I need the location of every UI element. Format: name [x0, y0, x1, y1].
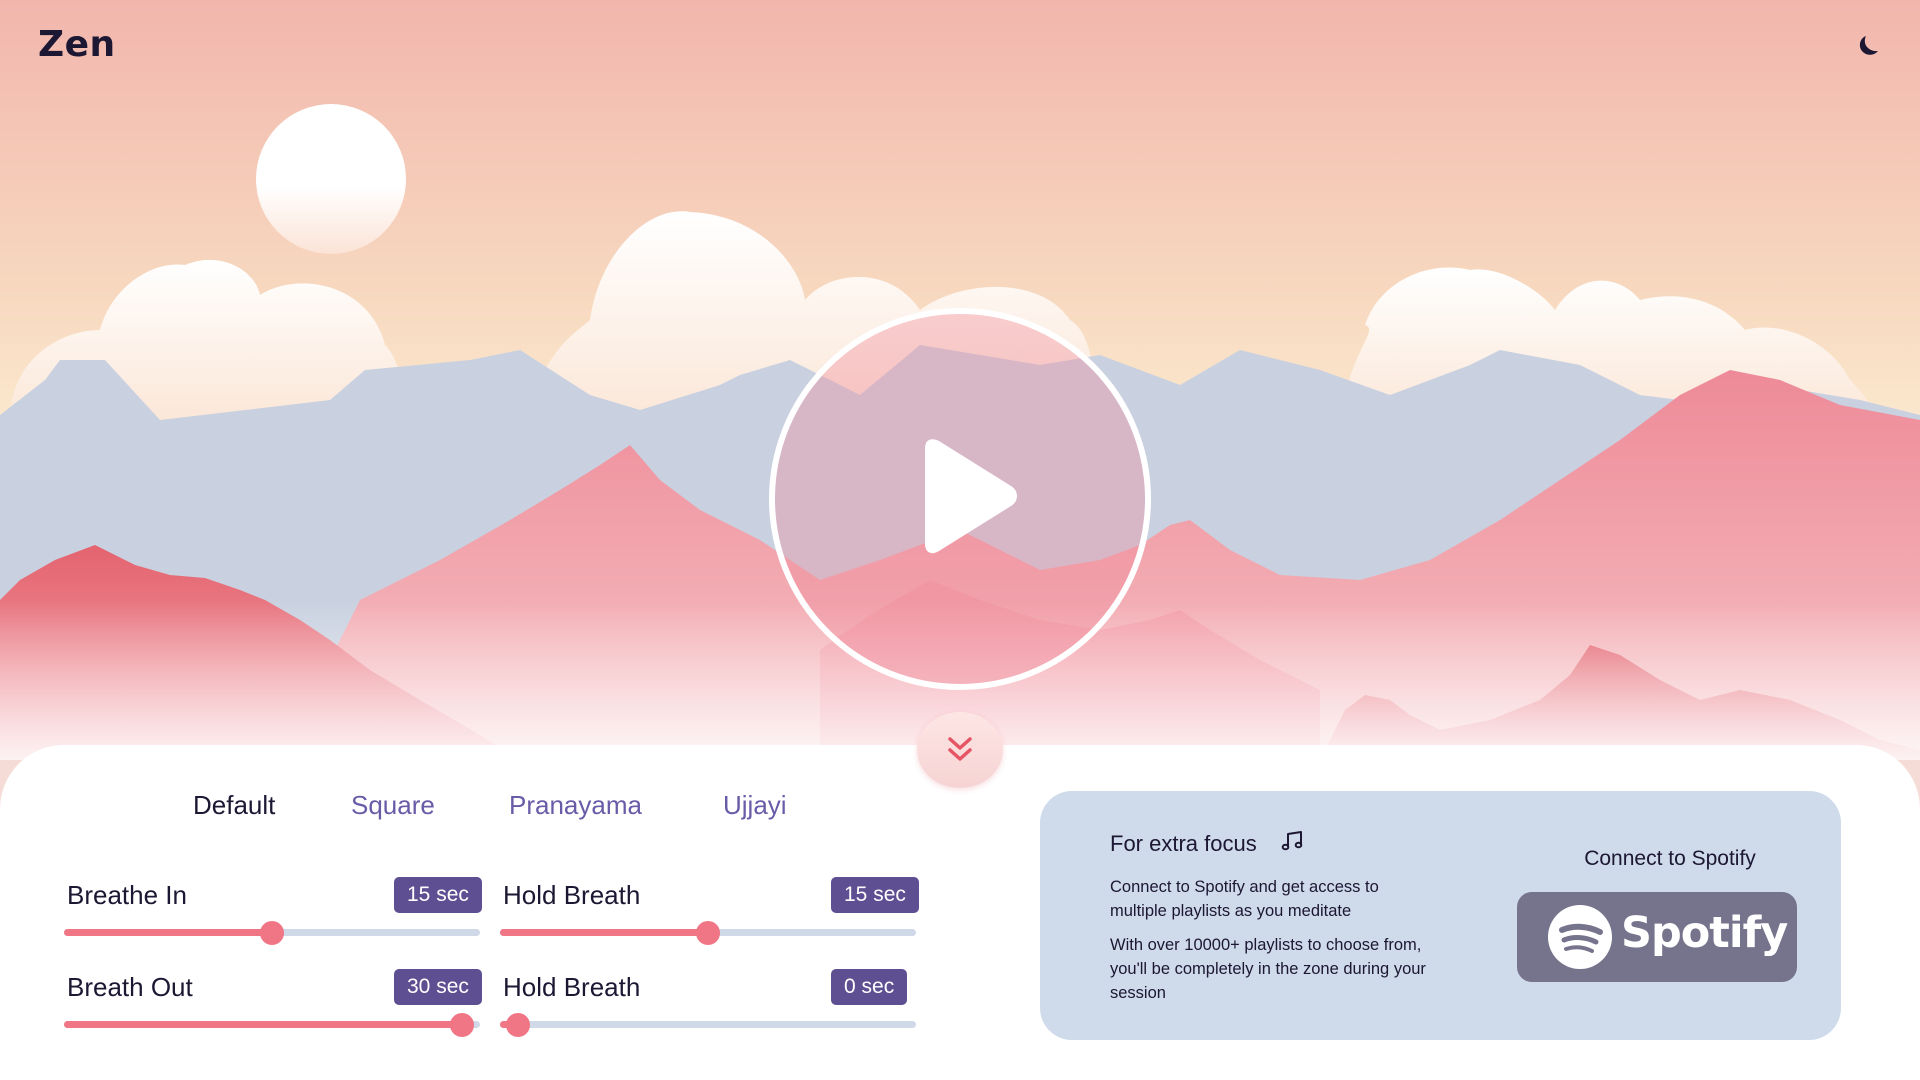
connect-spotify-button[interactable]: Spotify ® [1517, 892, 1797, 982]
tab-square[interactable]: Square [351, 790, 435, 821]
hold-breath-in-label: Hold Breath [503, 880, 641, 910]
slider-thumb[interactable] [450, 1013, 474, 1037]
hold-breath-in-value-badge: 15 sec [831, 877, 919, 913]
sun [256, 104, 406, 254]
play-icon [925, 439, 1017, 554]
collapse-panel-button[interactable] [917, 712, 1003, 788]
spotify-description-2: With over 10000+ playlists to choose fro… [1110, 936, 1426, 1002]
slider-fill [64, 1021, 462, 1028]
slider-fill [500, 929, 708, 936]
slider-fill [64, 929, 272, 936]
hold-breath-in-slider[interactable] [500, 921, 916, 945]
breathe-in-label: Breathe In [67, 880, 187, 910]
tab-default[interactable]: Default [193, 790, 275, 821]
spotify-description-1: Connect to Spotify and get access to mul… [1110, 878, 1379, 920]
spotify-card-title: For extra focus [1110, 831, 1257, 856]
hold-breath-out-slider[interactable] [500, 1013, 916, 1037]
slider-thumb[interactable] [506, 1013, 530, 1037]
breath-out-slider[interactable] [64, 1013, 480, 1037]
hold-breath-out-label: Hold Breath [503, 972, 641, 1002]
moon-icon [1859, 36, 1878, 55]
breathe-in-value-badge: 15 sec [394, 877, 482, 913]
chevrons-down-icon [948, 737, 972, 761]
theme-toggle-button[interactable] [1852, 30, 1884, 62]
slider-thumb[interactable] [696, 921, 720, 945]
app-logo: Zen [38, 24, 116, 65]
spotify-card: For extra focus Connect to Spotify and g… [1040, 791, 1841, 1040]
tab-ujjayi[interactable]: Ujjayi [723, 790, 787, 821]
breath-out-value-badge: 30 sec [394, 969, 482, 1005]
breath-out-label: Breath Out [67, 972, 193, 1002]
spotify-logo-icon [1548, 905, 1612, 969]
tab-pranayama[interactable]: Pranayama [509, 790, 642, 821]
spotify-wordmark: Spotify [1621, 908, 1788, 958]
music-note-icon [1281, 831, 1303, 851]
hold-breath-out-value-badge: 0 sec [831, 969, 908, 1005]
play-button[interactable] [769, 308, 1151, 690]
slider-thumb[interactable] [260, 921, 284, 945]
connect-to-spotify-label: Connect to Spotify [1584, 847, 1756, 870]
breathe-in-slider[interactable] [64, 921, 480, 945]
registered-mark: ® [1765, 926, 1771, 935]
